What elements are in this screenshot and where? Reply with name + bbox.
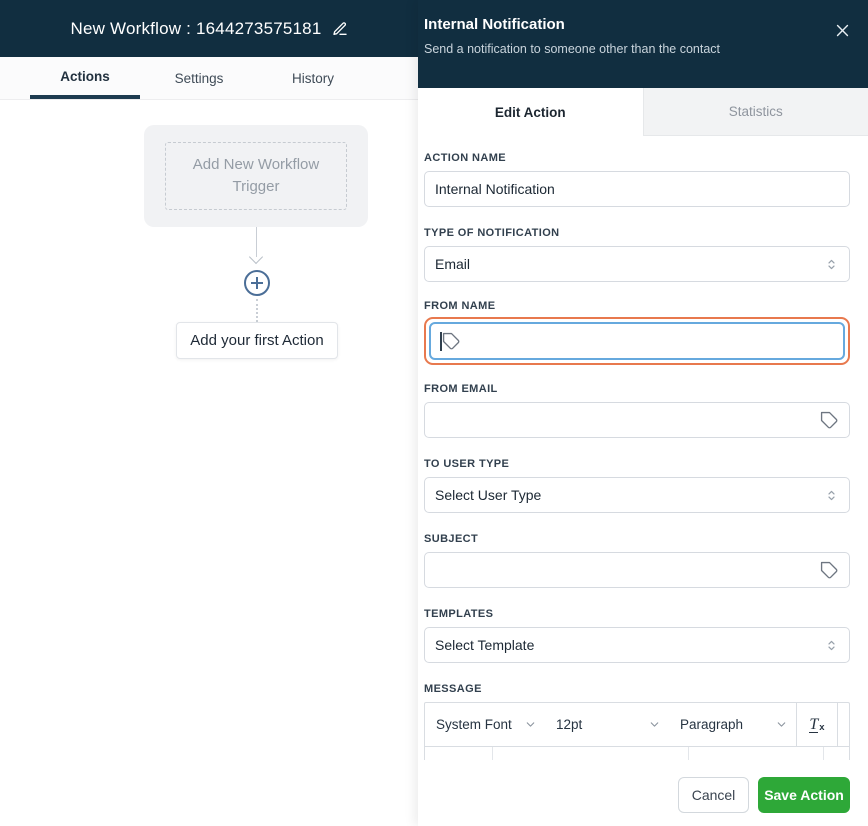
save-action-button[interactable]: Save Action bbox=[758, 777, 850, 813]
trigger-card: Add New Workflow Trigger bbox=[144, 125, 368, 227]
edit-action-form: ACTION NAME Internal Notification TYPE O… bbox=[418, 136, 868, 760]
connector-dotted-line bbox=[256, 299, 258, 322]
add-trigger-button[interactable]: Add New Workflow Trigger bbox=[165, 142, 347, 210]
action-name-value: Internal Notification bbox=[435, 181, 839, 197]
workflow-editor-app: New Workflow : 1644273575181 Actions Set… bbox=[0, 0, 868, 826]
tag-icon[interactable] bbox=[442, 332, 461, 351]
workflow-canvas: Add New Workflow Trigger Add your first … bbox=[0, 100, 418, 826]
cancel-button[interactable]: Cancel bbox=[678, 777, 749, 813]
from-name-label: FROM NAME bbox=[424, 300, 850, 312]
chevron-down-icon bbox=[524, 718, 537, 731]
templates-label: TEMPLATES bbox=[424, 608, 850, 620]
first-action-hint[interactable]: Add your first Action bbox=[176, 322, 338, 359]
workflow-header: New Workflow : 1644273575181 bbox=[0, 0, 418, 57]
tab-actions-label: Actions bbox=[60, 69, 110, 84]
from-name-highlight bbox=[424, 317, 850, 365]
message-label: MESSAGE bbox=[424, 683, 850, 695]
font-size-value: 12pt bbox=[556, 717, 582, 732]
tab-settings[interactable]: Settings bbox=[144, 57, 254, 99]
to-user-type-label: TO USER TYPE bbox=[424, 458, 850, 470]
toolbar-row-2-clipped bbox=[425, 747, 849, 760]
templates-value: Select Template bbox=[435, 637, 824, 653]
action-name-label: ACTION NAME bbox=[424, 152, 850, 164]
close-icon[interactable] bbox=[832, 20, 852, 40]
plus-circle-icon[interactable] bbox=[244, 270, 270, 296]
font-family-dropdown[interactable]: System Font bbox=[425, 717, 545, 732]
paragraph-style-dropdown[interactable]: Paragraph bbox=[669, 717, 796, 732]
templates-select[interactable]: Select Template bbox=[424, 627, 850, 663]
from-name-input[interactable] bbox=[429, 322, 845, 360]
internal-notification-panel: Internal Notification Send a notificatio… bbox=[418, 0, 868, 826]
paragraph-style-value: Paragraph bbox=[680, 717, 743, 732]
tag-icon[interactable] bbox=[820, 411, 839, 430]
tab-actions[interactable]: Actions bbox=[30, 57, 140, 99]
notification-type-label: TYPE OF NOTIFICATION bbox=[424, 227, 850, 239]
toolbar-divider bbox=[837, 703, 838, 747]
notification-type-select[interactable]: Email bbox=[424, 246, 850, 282]
toolbar-row-1: System Font 12pt Paragraph T x bbox=[425, 703, 849, 747]
panel-tab-bar: Edit Action Statistics bbox=[418, 88, 868, 136]
chevron-down-icon bbox=[775, 718, 788, 731]
tab-statistics-label: Statistics bbox=[729, 104, 783, 119]
up-down-chevrons-icon bbox=[824, 488, 839, 503]
font-family-value: System Font bbox=[436, 717, 512, 732]
action-name-input[interactable]: Internal Notification bbox=[424, 171, 850, 207]
arrow-down-icon bbox=[249, 250, 263, 264]
from-email-label: FROM EMAIL bbox=[424, 383, 850, 395]
subject-label: SUBJECT bbox=[424, 533, 850, 545]
tab-edit-action[interactable]: Edit Action bbox=[418, 88, 643, 136]
notification-type-value: Email bbox=[435, 256, 824, 272]
from-email-input[interactable] bbox=[424, 402, 850, 438]
tab-statistics[interactable]: Statistics bbox=[643, 88, 868, 136]
panel-footer: Cancel Save Action bbox=[418, 764, 868, 826]
tag-icon[interactable] bbox=[820, 561, 839, 580]
pencil-icon[interactable] bbox=[332, 21, 348, 37]
chevron-down-icon bbox=[648, 718, 661, 731]
panel-title: Internal Notification bbox=[424, 16, 850, 33]
up-down-chevrons-icon bbox=[824, 638, 839, 653]
tab-settings-label: Settings bbox=[175, 71, 224, 86]
font-size-dropdown[interactable]: 12pt bbox=[545, 717, 669, 732]
tab-history[interactable]: History bbox=[258, 57, 368, 99]
add-trigger-label: Add New Workflow Trigger bbox=[180, 154, 332, 198]
clear-formatting-sub: x bbox=[819, 722, 824, 733]
up-down-chevrons-icon bbox=[824, 257, 839, 272]
to-user-type-value: Select User Type bbox=[435, 487, 824, 503]
panel-header: Internal Notification Send a notificatio… bbox=[418, 0, 868, 88]
to-user-type-select[interactable]: Select User Type bbox=[424, 477, 850, 513]
workspace-tab-bar: Actions Settings History bbox=[0, 57, 418, 100]
panel-subtitle: Send a notification to someone other tha… bbox=[424, 42, 850, 56]
message-editor-toolbar: System Font 12pt Paragraph T x bbox=[424, 702, 850, 760]
clear-formatting-glyph: T bbox=[809, 717, 818, 733]
first-action-hint-label: Add your first Action bbox=[190, 332, 323, 349]
workflow-title: New Workflow : 1644273575181 bbox=[71, 19, 322, 39]
tab-history-label: History bbox=[292, 71, 334, 86]
tab-edit-action-label: Edit Action bbox=[495, 105, 566, 120]
subject-input[interactable] bbox=[424, 552, 850, 588]
workflow-workspace: New Workflow : 1644273575181 Actions Set… bbox=[0, 0, 418, 826]
clear-formatting-icon[interactable]: T x bbox=[797, 716, 837, 733]
